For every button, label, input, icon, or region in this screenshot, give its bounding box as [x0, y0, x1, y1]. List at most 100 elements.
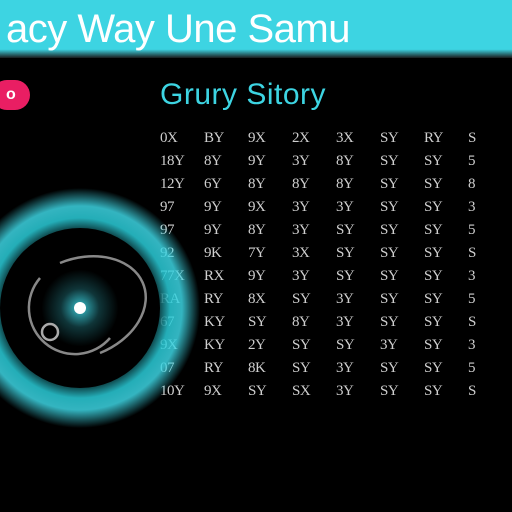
grid-cell: 5	[468, 153, 512, 170]
grid-cell: SX	[292, 383, 336, 400]
grid-cell: BY	[204, 130, 248, 147]
grid-cell: 3Y	[336, 383, 380, 400]
grid-cell: 8Y	[336, 153, 380, 170]
grid-cell: SY	[336, 245, 380, 262]
grid-cell: 3Y	[292, 222, 336, 239]
grid-cell: SY	[380, 360, 424, 377]
grid-cell: 9Y	[248, 153, 292, 170]
grid-cell: 8Y	[336, 176, 380, 193]
grid-cell: RY	[204, 291, 248, 308]
grid-row: 929K7Y3XSYSYSYS	[160, 245, 512, 262]
grid-row: 67KYSY8Y3YSYSYS	[160, 314, 512, 331]
grid-cell: 2X	[292, 130, 336, 147]
grid-cell: SY	[424, 337, 468, 354]
grid-cell: 9K	[204, 245, 248, 262]
grid-cell: SY	[424, 360, 468, 377]
grid-cell: 3Y	[292, 199, 336, 216]
grid-cell: 5	[468, 291, 512, 308]
grid-cell: 9Y	[248, 268, 292, 285]
grid-row: 0XBY9X2X3XSYRYS	[160, 130, 512, 147]
grid-row: 12Y6Y8Y8Y8YSYSY8	[160, 176, 512, 193]
grid-row: 18Y8Y9Y3Y8YSYSY5	[160, 153, 512, 170]
grid-cell: 5	[468, 222, 512, 239]
grid-cell: SY	[424, 383, 468, 400]
grid-cell: S	[468, 383, 512, 400]
grid-cell: 8Y	[204, 153, 248, 170]
grid-cell: 3Y	[336, 291, 380, 308]
grid-row: 07RY8KSY3YSYSY5	[160, 360, 512, 377]
left-column: o	[0, 58, 152, 512]
grid-cell: SY	[380, 268, 424, 285]
grid-cell: 8K	[248, 360, 292, 377]
grid-cell: RY	[204, 360, 248, 377]
grid-cell: 8Y	[292, 176, 336, 193]
grid-cell: S	[468, 314, 512, 331]
grid-cell: 3Y	[336, 199, 380, 216]
grid-cell: SY	[336, 268, 380, 285]
grid-cell: S	[468, 245, 512, 262]
grid-cell: SY	[380, 314, 424, 331]
grid-cell: 18Y	[160, 153, 204, 170]
grid-cell: SY	[380, 199, 424, 216]
grid-cell: SY	[336, 222, 380, 239]
grid-cell: 6Y	[204, 176, 248, 193]
grid-cell: 9Y	[204, 222, 248, 239]
grid-cell: 9X	[204, 383, 248, 400]
grid-cell: SY	[248, 314, 292, 331]
grid-cell: 3Y	[292, 268, 336, 285]
grid-cell: SY	[424, 176, 468, 193]
grid-cell: SY	[336, 337, 380, 354]
grid-cell: 3Y	[336, 360, 380, 377]
grid-row: 77XRX9Y3YSYSYSY3	[160, 268, 512, 285]
grid-cell: 9Y	[204, 199, 248, 216]
grid-cell: 9X	[248, 130, 292, 147]
grid-cell: SY	[424, 199, 468, 216]
grid-cell: KY	[204, 337, 248, 354]
grid-cell: SY	[380, 130, 424, 147]
cosmic-orbit-graphic	[0, 178, 210, 438]
grid-cell: SY	[424, 291, 468, 308]
grid-cell: 3Y	[292, 153, 336, 170]
grid-cell: RX	[204, 268, 248, 285]
grid-cell: SY	[424, 314, 468, 331]
grid-cell: SY	[380, 176, 424, 193]
grid-row: 979Y9X3Y3YSYSY3	[160, 199, 512, 216]
grid-cell: 8X	[248, 291, 292, 308]
grid-cell: SY	[380, 222, 424, 239]
grid-cell: 3	[468, 199, 512, 216]
grid-cell: 7Y	[248, 245, 292, 262]
header-title: acy Way Une Samu	[6, 7, 350, 52]
grid-cell: SY	[380, 383, 424, 400]
grid-row: 9XKY2YSYSY3YSY3	[160, 337, 512, 354]
grid-cell: 8	[468, 176, 512, 193]
grid-cell: 3Y	[380, 337, 424, 354]
grid-cell: SY	[380, 291, 424, 308]
grid-cell: 3X	[336, 130, 380, 147]
grid-row: RARY8XSY3YSYSY5	[160, 291, 512, 308]
header-bar: acy Way Une Samu	[0, 0, 512, 58]
pink-badge[interactable]: o	[0, 80, 30, 110]
grid-cell: 8Y	[248, 222, 292, 239]
subtitle: Grury Sitory	[160, 78, 512, 112]
grid-cell: SY	[424, 268, 468, 285]
grid-cell: SY	[292, 291, 336, 308]
grid-cell: 9X	[248, 199, 292, 216]
grid-row: 979Y8Y3YSYSYSY5	[160, 222, 512, 239]
grid-cell: 3	[468, 337, 512, 354]
grid-cell: SY	[380, 245, 424, 262]
grid-cell: 2Y	[248, 337, 292, 354]
grid-cell: S	[468, 130, 512, 147]
grid-cell: SY	[424, 222, 468, 239]
grid-cell: KY	[204, 314, 248, 331]
grid-cell: SY	[292, 337, 336, 354]
grid-row: 10Y9XSYSX3YSYSYS	[160, 383, 512, 400]
grid-cell: 5	[468, 360, 512, 377]
grid-cell: 3X	[292, 245, 336, 262]
grid-cell: RY	[424, 130, 468, 147]
grid-cell: SY	[248, 383, 292, 400]
grid-cell: SY	[424, 153, 468, 170]
grid-cell: SY	[380, 153, 424, 170]
grid-cell: SY	[292, 360, 336, 377]
grid-cell: 8Y	[292, 314, 336, 331]
body: o	[0, 58, 512, 512]
